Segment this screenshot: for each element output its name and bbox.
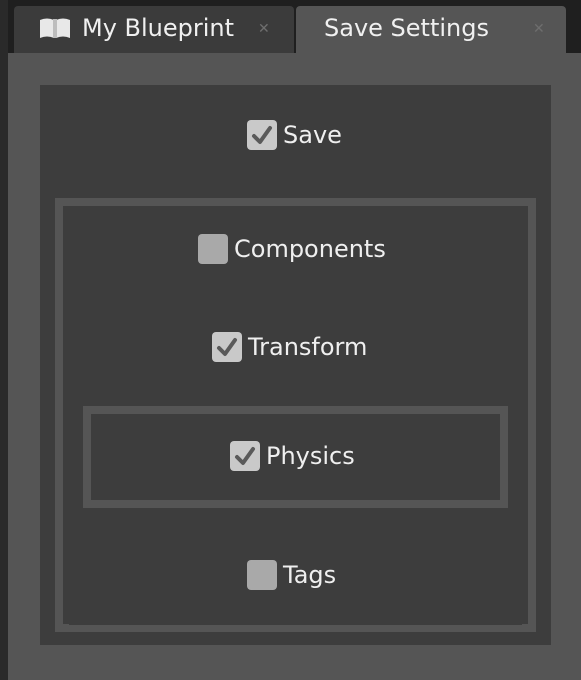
close-icon[interactable]: ✕ [533,21,545,37]
components-checkbox[interactable] [198,234,228,264]
save-option[interactable]: Save [247,120,342,150]
save-checkbox[interactable] [247,120,277,150]
physics-label: Physics [266,442,355,470]
transform-checkbox[interactable] [212,332,242,362]
tags-checkbox[interactable] [247,560,277,590]
transform-option[interactable]: Transform [212,332,367,362]
book-icon [40,18,70,38]
physics-option[interactable]: Physics [230,441,355,471]
tags-label: Tags [283,561,337,589]
transform-label: Transform [248,333,368,361]
tab-my-blueprint[interactable]: My Blueprint ✕ [14,6,294,53]
physics-checkbox[interactable] [230,441,260,471]
components-option[interactable]: Components [198,234,386,264]
save-label: Save [283,121,342,149]
checkmark-icon [235,447,255,465]
tab-label: My Blueprint [82,14,235,42]
tab-save-settings[interactable]: Save Settings ✕ [296,6,566,53]
tags-option[interactable]: Tags [247,560,336,590]
checkmark-icon [217,338,237,356]
components-label: Components [234,235,386,263]
window-edge [0,0,8,680]
tab-bar: My Blueprint ✕ Save Settings ✕ [0,0,581,53]
checkmark-icon [252,126,272,144]
close-icon[interactable]: ✕ [258,21,270,37]
tab-label: Save Settings [324,14,489,42]
